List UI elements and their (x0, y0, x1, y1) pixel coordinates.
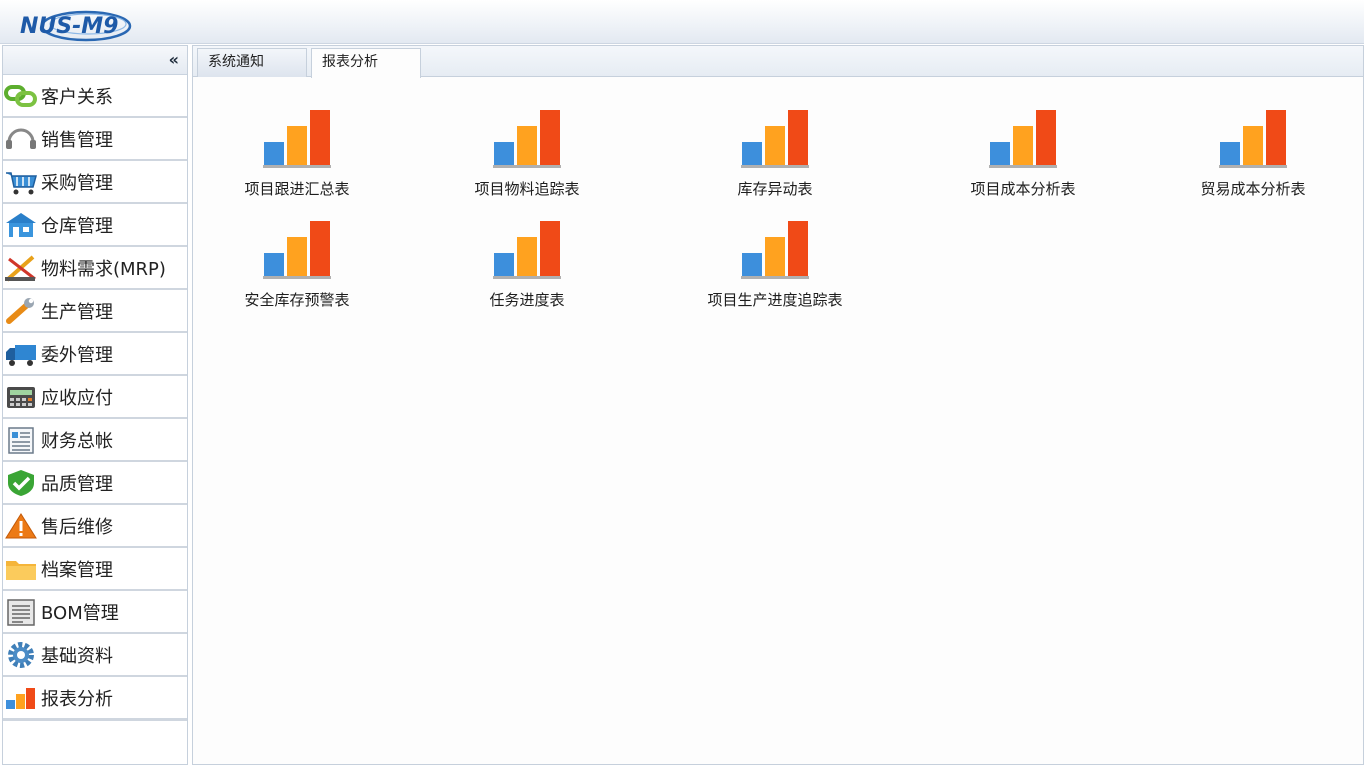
drafting-tools-icon (3, 253, 39, 283)
sidebar-item-label: 档案管理 (41, 559, 113, 581)
report-label: 安全库存预警表 (244, 291, 350, 309)
sidebar-item-bom[interactable]: BOM管理 (3, 591, 187, 634)
report-label: 项目生产进度追踪表 (707, 291, 843, 309)
gear-icon (3, 640, 39, 670)
bar-chart-icon (263, 221, 331, 279)
chain-link-icon (3, 81, 39, 111)
sidebar-item-production[interactable]: 生产管理 (3, 290, 187, 333)
sidebar-item-receivables-payables[interactable]: 应收应付 (3, 376, 187, 419)
warning-icon (3, 511, 39, 541)
sidebar-item-label: 客户关系 (41, 86, 113, 108)
main-panel: 系统通知 报表分析 项目跟进汇总表 项目物料追踪表 库存异动表 项目成本分析表 … (192, 45, 1364, 765)
sidebar-item-sales[interactable]: 销售管理 (3, 118, 187, 161)
bar-chart-icon (989, 110, 1057, 168)
sidebar-header: « (3, 46, 187, 75)
sidebar-item-label: 报表分析 (41, 688, 113, 710)
ledger-icon (3, 425, 39, 455)
sidebar-item-label: 委外管理 (41, 344, 113, 366)
sidebar-item-label: 应收应付 (41, 387, 113, 409)
sidebar-item-reports[interactable]: 报表分析 (3, 677, 187, 720)
svg-text:NUS-M9: NUS-M9 (20, 14, 118, 39)
sidebar-item-quality[interactable]: 品质管理 (3, 462, 187, 505)
truck-icon (3, 339, 39, 369)
bar-chart-icon (493, 221, 561, 279)
report-task-progress[interactable]: 任务进度表 (437, 219, 617, 319)
bar-chart-icon (741, 110, 809, 168)
tab-system-notice[interactable]: 系统通知 (197, 48, 307, 77)
tab-bar: 系统通知 报表分析 (193, 46, 1363, 78)
sidebar-item-outsourcing[interactable]: 委外管理 (3, 333, 187, 376)
tab-report-analysis[interactable]: 报表分析 (311, 48, 421, 78)
report-trade-cost-analysis[interactable]: 贸易成本分析表 (1163, 108, 1343, 208)
bar-chart-icon (263, 110, 331, 168)
sidebar-item-label: 销售管理 (41, 129, 113, 151)
report-label: 任务进度表 (489, 291, 565, 309)
document-icon (3, 597, 39, 627)
report-label: 项目物料追踪表 (474, 180, 580, 198)
report-label: 贸易成本分析表 (1200, 180, 1306, 198)
wrench-icon (3, 296, 39, 326)
folder-icon (3, 554, 39, 584)
report-production-progress-tracking[interactable]: 项目生产进度追踪表 (685, 219, 865, 319)
sidebar-item-master-data[interactable]: 基础资料 (3, 634, 187, 677)
sidebar-item-label: 仓库管理 (41, 215, 113, 237)
sidebar-item-label: 财务总帐 (41, 430, 113, 452)
report-safety-stock-warning[interactable]: 安全库存预警表 (207, 219, 387, 319)
nus-logo-icon: NUS-M9 (20, 10, 132, 42)
sidebar-item-label: 售后维修 (41, 516, 113, 538)
bar-chart-icon (493, 110, 561, 168)
sidebar-item-warehouse[interactable]: 仓库管理 (3, 204, 187, 247)
sidebar-item-crm[interactable]: 客户关系 (3, 75, 187, 118)
report-label: 项目成本分析表 (970, 180, 1076, 198)
report-label: 项目跟进汇总表 (244, 180, 350, 198)
bar-chart-icon (741, 221, 809, 279)
report-project-material-tracking[interactable]: 项目物料追踪表 (437, 108, 617, 208)
sidebar-item-general-ledger[interactable]: 财务总帐 (3, 419, 187, 462)
bar-chart-icon (3, 683, 39, 713)
sidebar-footer-divider (3, 720, 187, 721)
sidebar-item-mrp[interactable]: 物料需求(MRP) (3, 247, 187, 290)
app-header: NUS-M9 (0, 0, 1364, 44)
sidebar-item-after-sales[interactable]: 售后维修 (3, 505, 187, 548)
collapse-sidebar-button[interactable]: « (169, 51, 179, 69)
report-label: 库存异动表 (737, 180, 813, 198)
calculator-icon (3, 382, 39, 412)
warehouse-icon (3, 210, 39, 240)
check-shield-icon (3, 468, 39, 498)
shopping-cart-icon (3, 167, 39, 197)
headset-icon (3, 124, 39, 154)
sidebar-item-label: 采购管理 (41, 172, 113, 194)
bar-chart-icon (1219, 110, 1287, 168)
report-project-cost-analysis[interactable]: 项目成本分析表 (933, 108, 1113, 208)
report-inventory-movement[interactable]: 库存异动表 (685, 108, 865, 208)
report-project-followup-summary[interactable]: 项目跟进汇总表 (207, 108, 387, 208)
sidebar-item-archives[interactable]: 档案管理 (3, 548, 187, 591)
sidebar: « 客户关系 销售管理 采购管理 仓库管理 物料需求(MRP) 生产管理 委外管… (2, 45, 188, 765)
sidebar-item-label: 品质管理 (41, 473, 113, 495)
sidebar-item-label: 生产管理 (41, 301, 113, 323)
sidebar-item-label: 物料需求(MRP) (41, 258, 166, 280)
sidebar-item-purchasing[interactable]: 采购管理 (3, 161, 187, 204)
sidebar-item-label: 基础资料 (41, 645, 113, 667)
sidebar-item-label: BOM管理 (41, 602, 119, 624)
